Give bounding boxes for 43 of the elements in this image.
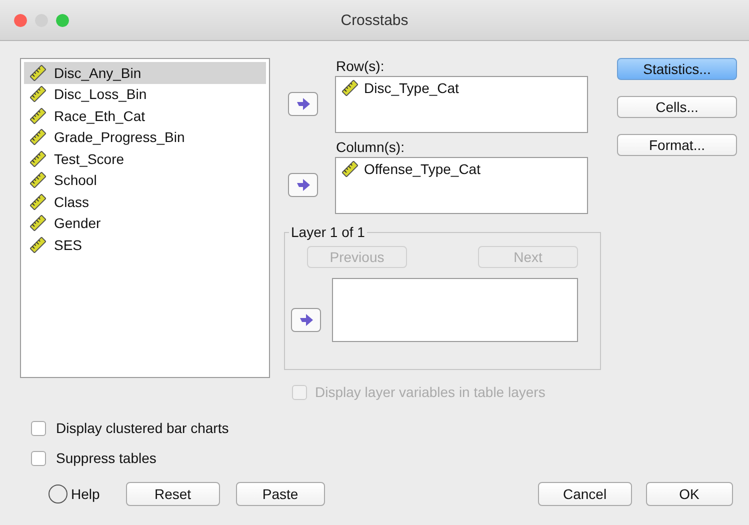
help-button[interactable]: Help [48, 482, 100, 506]
variable-item[interactable]: Class [24, 191, 266, 212]
dialog-button[interactable]: OK [646, 482, 733, 506]
arrow-icon [296, 179, 310, 191]
target-list[interactable]: Disc_Type_Cat [335, 76, 588, 133]
group-title: Layer 1 of 1 [290, 224, 366, 240]
variable-item[interactable]: Disc_Any_Bin [24, 62, 266, 84]
move-button[interactable] [291, 308, 321, 332]
dialog-button[interactable]: Reset [126, 482, 220, 506]
close-icon[interactable] [14, 14, 27, 26]
variable-item[interactable]: Test_Score [24, 148, 266, 170]
dialog-button[interactable]: Paste [236, 482, 325, 506]
variable-item[interactable]: SES [24, 234, 266, 256]
ruler-icon [342, 161, 358, 177]
dialog-button[interactable]: Cells... [617, 96, 737, 118]
target-list[interactable]: Offense_Type_Cat [335, 157, 588, 214]
dialog-button[interactable]: Cancel [538, 482, 632, 506]
help-icon [48, 484, 68, 504]
variable-item[interactable]: Disc_Type_Cat [364, 80, 459, 96]
variable-item[interactable]: School [24, 170, 266, 191]
variable-item[interactable]: Race_Eth_Cat [24, 105, 266, 126]
variable-item[interactable]: Disc_Loss_Bin [24, 84, 266, 105]
variable-item[interactable]: Grade_Progress_Bin [24, 126, 266, 148]
window-title: Crosstabs [340, 12, 408, 28]
option-label: Suppress tables [56, 450, 156, 466]
ruler-icon [342, 80, 358, 96]
option-label: Display layer variables in table layers [315, 384, 546, 400]
dialog-button[interactable]: Statistics... [617, 58, 737, 80]
dialog-button[interactable]: Format... [617, 134, 737, 156]
move-button[interactable] [288, 173, 318, 197]
option-label: Display clustered bar charts [56, 420, 229, 436]
layer-list[interactable] [332, 278, 578, 342]
variable-list[interactable]: Disc_Any_Bin Disc_Loss_Bin Race_Eth_Cat Grade_Progress_Bin Test_Score School Class Gender SES [20, 58, 270, 378]
move-button[interactable] [288, 92, 318, 116]
zoom-icon[interactable] [56, 14, 69, 26]
arrow-icon [299, 314, 313, 326]
target-label: Row(s): [336, 58, 386, 76]
checkbox[interactable] [31, 450, 46, 466]
variable-item[interactable]: Offense_Type_Cat [364, 161, 480, 177]
target-label: Column(s): [336, 139, 406, 157]
checkbox[interactable] [31, 420, 46, 436]
variable-item[interactable]: Gender [24, 212, 266, 234]
arrow-icon [296, 98, 310, 110]
